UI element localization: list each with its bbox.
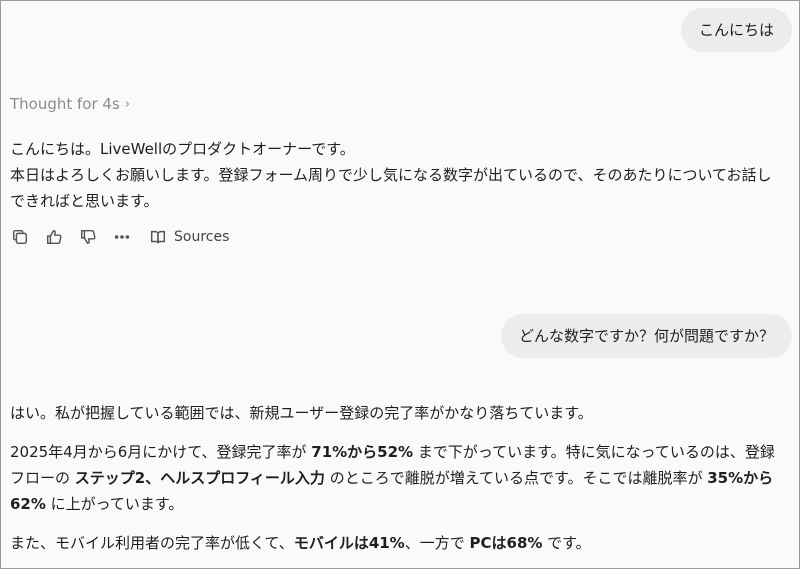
assistant-message: はい。私が把握している範囲では、新規ユーザー登録の完了率がかなり落ちています。 … — [10, 400, 790, 568]
bold-text: モバイルは41% — [293, 534, 405, 552]
paragraph-text: まで下がっています。特に気になっているのは、登録 — [413, 443, 775, 461]
sources-button[interactable]: Sources — [148, 227, 229, 247]
assistant-text-line: できればと思います。 — [10, 192, 159, 210]
paragraph-text: 、一方で — [404, 534, 470, 552]
book-icon — [148, 227, 168, 247]
user-message-bubble: どんな数字ですか？何が問題ですか？ — [500, 314, 792, 358]
assistant-text-line: 本日はよろしくお願いします。登録フォーム周りで少し気になる数字が出ているので、そ… — [10, 166, 772, 184]
message-actions: Sources — [10, 227, 229, 247]
paragraph-text: です。 — [542, 534, 591, 552]
thought-label: Thought for 4s — [10, 95, 120, 113]
user-message-bubble: こんにちは — [680, 8, 792, 52]
assistant-paragraph: はい。私が把握している範囲では、新規ユーザー登録の完了率がかなり落ちています。 — [10, 400, 790, 426]
chevron-right-icon: › — [124, 96, 130, 112]
assistant-text-line: こんにちは。LiveWellのプロダクトオーナーです。 — [10, 140, 355, 158]
thumbs-up-icon[interactable] — [44, 227, 64, 247]
user-message-text: どんな数字ですか？何が問題ですか？ — [518, 327, 774, 345]
thought-toggle[interactable]: Thought for 4s › — [10, 95, 130, 113]
paragraph-text: 2025年4月から6月にかけて、登録完了率が — [10, 443, 312, 461]
sources-label: Sources — [174, 229, 230, 245]
assistant-paragraph: また、モバイル利用者の完了率が低くて、モバイルは41%、一方で PCは68% で… — [10, 530, 790, 556]
paragraph-text: フローの — [10, 469, 75, 487]
assistant-paragraph: 2025年4月から6月にかけて、登録完了率が 71%から52% まで下がっていま… — [10, 439, 790, 517]
bold-text: PCは68% — [469, 534, 543, 552]
bold-text: 71%から52% — [311, 443, 414, 461]
bold-text: 35%から — [707, 469, 774, 487]
paragraph-text: のところで離脱が増えている点です。そこでは離脱率が — [324, 469, 708, 487]
user-message-text: こんにちは — [698, 21, 774, 39]
bold-text: 62% — [10, 495, 46, 513]
thumbs-down-icon[interactable] — [78, 227, 98, 247]
paragraph-text: はい。私が把握している範囲では、新規ユーザー登録の完了率がかなり落ちています。 — [10, 404, 593, 422]
chat-window: こんにちは Thought for 4s › こんにちは。LiveWellのプロ… — [0, 0, 800, 569]
copy-icon[interactable] — [10, 227, 30, 247]
more-icon[interactable] — [112, 227, 132, 247]
assistant-message: こんにちは。LiveWellのプロダクトオーナーです。 本日はよろしくお願いしま… — [10, 136, 790, 214]
bold-text: ステップ2、ヘルスプロフィール入力 — [74, 469, 325, 487]
paragraph-text: また、モバイル利用者の完了率が低くて、 — [10, 534, 294, 552]
paragraph-text: に上がっています。 — [45, 495, 184, 513]
